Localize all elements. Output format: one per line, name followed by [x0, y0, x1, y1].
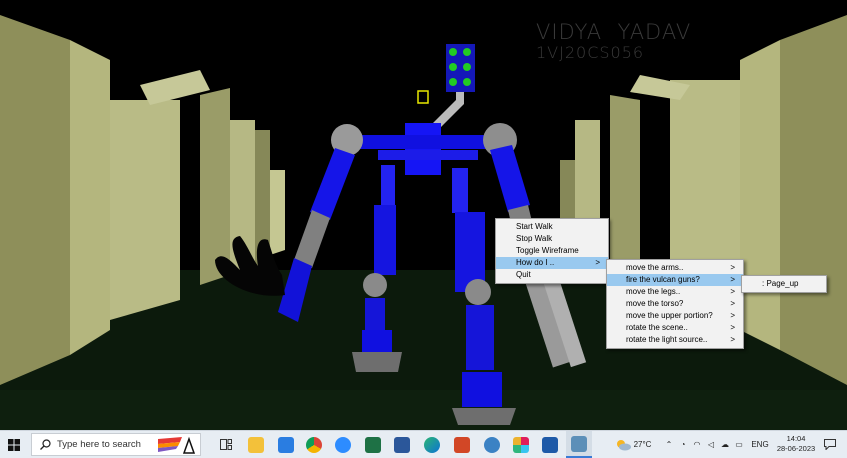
- language-indicator[interactable]: ENG: [748, 431, 772, 458]
- robot-corridor-render: [0, 0, 847, 430]
- edge-icon: [424, 436, 440, 453]
- taskbar-app-edge[interactable]: [421, 431, 443, 458]
- menu-item-start-walk[interactable]: Start Walk: [496, 221, 608, 233]
- language-label: ENG: [751, 440, 769, 449]
- chrome-icon: [306, 436, 322, 453]
- search-icon: [40, 439, 51, 450]
- cloud-icon: ☁: [721, 440, 729, 449]
- notification-icon: [824, 439, 836, 450]
- onedrive-button[interactable]: ☁: [718, 431, 732, 458]
- submenu-item-page-up[interactable]: : Page_up: [742, 278, 826, 290]
- folder-icon: [248, 436, 264, 453]
- submenu-item-rotate-scene[interactable]: rotate the scene.. >: [607, 322, 743, 334]
- notifications-button[interactable]: [820, 431, 840, 458]
- location-icon: ◔: [680, 440, 686, 449]
- chevron-up-icon: ⌃: [665, 440, 673, 449]
- word-icon: [394, 436, 410, 453]
- submenu-arrow-icon: >: [730, 263, 735, 272]
- submenu-item-label: move the upper portion?: [626, 311, 713, 320]
- taskbar-app-store[interactable]: [275, 431, 297, 458]
- submenu-item-move-upper-portion[interactable]: move the upper portion? >: [607, 310, 743, 322]
- wifi-button[interactable]: ◠: [690, 431, 704, 458]
- submenu-arrow-icon: >: [730, 335, 735, 344]
- submenu-arrow-icon: >: [730, 323, 735, 332]
- taskbar: Type here to search 27°C ⌃ ◔ ◠ ◁ ☁ ▭ ENG…: [0, 430, 847, 458]
- submenu-arrow-icon: >: [595, 258, 600, 267]
- submenu-item-move-arms[interactable]: move the arms.. >: [607, 262, 743, 274]
- excel-icon: [365, 436, 381, 453]
- submenu-item-label: move the legs..: [626, 287, 681, 296]
- chat-app-icon: [484, 436, 500, 453]
- start-button[interactable]: [0, 431, 28, 458]
- search-highlight-icon: [158, 436, 196, 454]
- menu-item-label: Toggle Wireframe: [516, 246, 579, 255]
- submenu-arrow-icon: >: [730, 275, 735, 284]
- author-name: VIDYA YADAV: [536, 20, 692, 44]
- task-view-icon: [220, 439, 232, 450]
- battery-icon: ▭: [735, 440, 743, 449]
- menu-item-label: Quit: [516, 270, 531, 279]
- taskbar-clock[interactable]: 14:04 28-06-2023: [776, 434, 816, 454]
- taskbar-search-box[interactable]: Type here to search: [31, 433, 201, 456]
- windows-icon: [8, 438, 20, 451]
- submenu-item-label: fire the vulcan guns?: [626, 275, 700, 284]
- search-placeholder: Type here to search: [57, 439, 141, 450]
- submenu-arrow-icon: >: [730, 311, 735, 320]
- menu-item-stop-walk[interactable]: Stop Walk: [496, 233, 608, 245]
- submenu-item-label: move the arms..: [626, 263, 684, 272]
- weather-temperature: 27°C: [633, 440, 652, 449]
- answer-submenu: : Page_up: [741, 275, 827, 293]
- tray-overflow-button[interactable]: ⌃: [662, 431, 676, 458]
- cloud-sun-icon: [616, 439, 631, 450]
- taskbar-app-word[interactable]: [391, 431, 413, 458]
- task-view-button[interactable]: [216, 431, 236, 458]
- powerpoint-icon: [454, 436, 470, 453]
- submenu-arrow-icon: >: [730, 287, 735, 296]
- submenu-item-label: : Page_up: [762, 279, 799, 288]
- weather-widget[interactable]: 27°C: [607, 431, 659, 458]
- submenu-item-label: move the torso?: [626, 299, 684, 308]
- taskbar-app-news[interactable]: [539, 431, 561, 458]
- menu-item-label: How do I ..: [516, 258, 555, 267]
- submenu-item-move-torso[interactable]: move the torso? >: [607, 298, 743, 310]
- menu-item-label: Start Walk: [516, 222, 553, 231]
- submenu-item-label: rotate the light source..: [626, 335, 708, 344]
- taskbar-app-file-explorer[interactable]: [245, 431, 267, 458]
- news-app-icon: [542, 436, 558, 453]
- submenu-arrow-icon: >: [730, 299, 735, 308]
- clock-date: 28-06-2023: [776, 444, 816, 453]
- wifi-icon: ◠: [693, 440, 701, 449]
- menu-item-how-do-i[interactable]: How do I .. >: [496, 257, 608, 269]
- clock-time: 14:04: [786, 434, 806, 443]
- taskbar-app-excel[interactable]: [362, 431, 384, 458]
- taskbar-app-control-panel[interactable]: [566, 431, 592, 458]
- battery-button[interactable]: ▭: [732, 431, 746, 458]
- volume-button[interactable]: ◁: [704, 431, 718, 458]
- taskbar-app-powerpoint[interactable]: [451, 431, 473, 458]
- zoom-icon: [335, 436, 351, 453]
- context-menu: Start Walk Stop Walk Toggle Wireframe Ho…: [495, 218, 609, 284]
- submenu-item-fire-vulcan-guns[interactable]: fire the vulcan guns? >: [607, 274, 743, 286]
- author-id: 1VJ20CS056: [536, 43, 645, 62]
- taskbar-app-slack[interactable]: [510, 431, 532, 458]
- control-panel-icon: [571, 435, 587, 452]
- speaker-icon: ◁: [707, 440, 715, 449]
- opengl-scene[interactable]: VIDYA YADAV 1VJ20CS056: [0, 0, 847, 430]
- taskbar-app-zoom[interactable]: [332, 431, 354, 458]
- menu-item-toggle-wireframe[interactable]: Toggle Wireframe: [496, 245, 608, 257]
- menu-item-quit[interactable]: Quit: [496, 269, 608, 281]
- submenu-item-rotate-light-source[interactable]: rotate the light source.. >: [607, 334, 743, 346]
- tray-icon[interactable]: ◔: [676, 431, 690, 458]
- taskbar-app-chrome[interactable]: [303, 431, 325, 458]
- slack-icon: [513, 436, 529, 453]
- submenu-item-move-legs[interactable]: move the legs.. >: [607, 286, 743, 298]
- store-icon: [278, 436, 294, 453]
- how-do-i-submenu: move the arms.. > fire the vulcan guns? > …: [606, 259, 744, 349]
- submenu-item-label: rotate the scene..: [626, 323, 688, 332]
- taskbar-app-chat[interactable]: [481, 431, 503, 458]
- menu-item-label: Stop Walk: [516, 234, 553, 243]
